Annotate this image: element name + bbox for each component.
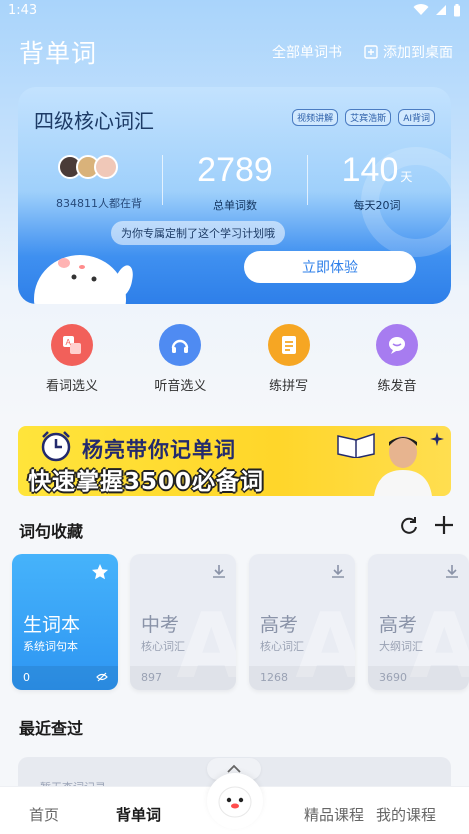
add-square-icon: [364, 45, 378, 59]
tab-my-courses[interactable]: 我的课程: [376, 804, 436, 825]
collections-actions: [399, 514, 455, 536]
mode-pronunciation[interactable]: 练发音: [343, 324, 451, 400]
collection-card-new-words[interactable]: 生词本 系统词句本 0: [12, 554, 118, 690]
add-to-desktop-button[interactable]: 添加到桌面: [364, 42, 453, 62]
feature-tags: 视频讲解 艾宾浩斯 AI背词: [292, 109, 435, 126]
tab-words[interactable]: 背单词: [116, 804, 161, 825]
card-name: 中考: [141, 614, 180, 636]
daily-days-unit: 天: [400, 170, 413, 184]
refresh-icon[interactable]: [399, 515, 419, 535]
divider: [162, 155, 163, 205]
learners-count: 834811人都在背: [56, 197, 142, 210]
headphone-icon: [159, 324, 202, 366]
mode-label: 练发音: [377, 379, 417, 394]
speech-icon: [375, 324, 418, 366]
translate-icon: A: [51, 324, 93, 366]
recent-title: 最近查过: [19, 719, 84, 738]
cell-signal-icon: [436, 5, 446, 15]
card-count: 897: [141, 671, 162, 684]
all-books-link[interactable]: 全部单词书: [272, 42, 342, 62]
bottom-tab-bar: 首页 背单词 精品课程 我的课程: [0, 773, 469, 834]
star-icon: [92, 564, 108, 580]
daily-plan-label: 每天20词: [353, 199, 401, 212]
page-title: 背单词: [19, 39, 98, 68]
feature-tag: AI背词: [398, 109, 435, 126]
card-subtitle: 核心词汇: [141, 640, 185, 653]
download-icon[interactable]: [211, 563, 227, 579]
collection-card-gaokao-syllabus[interactable]: A 高考 大纲词汇 3690: [368, 554, 469, 690]
try-now-button[interactable]: 立即体验: [244, 251, 416, 283]
card-count: 0: [23, 671, 30, 684]
sparkle-icon: [430, 432, 444, 446]
tab-mascot-button[interactable]: [207, 773, 263, 829]
alarm-clock-icon: [41, 431, 71, 462]
card-subtitle: 核心词汇: [260, 640, 304, 653]
download-icon[interactable]: [444, 563, 460, 579]
mode-label: 看词选义: [45, 379, 98, 394]
tab-home[interactable]: 首页: [29, 804, 59, 825]
battery-icon: [454, 3, 460, 16]
daily-plan-value: 140 天: [312, 151, 442, 190]
status-time: 1:43: [8, 2, 38, 18]
card-name: 生词本: [23, 614, 81, 636]
total-words-value: 2789: [197, 151, 273, 189]
mode-spelling[interactable]: 练拼写: [235, 324, 343, 400]
daily-days-value: 140: [341, 151, 399, 189]
svg-text:A: A: [66, 338, 72, 347]
mode-word-meaning[interactable]: A 看词选义: [18, 324, 126, 400]
feature-tag: 视频讲解: [292, 109, 339, 126]
header-actions: 全部单词书 添加到桌面: [272, 42, 453, 62]
feature-tag: 艾宾浩斯: [345, 109, 392, 126]
status-icons: [413, 3, 461, 17]
eye-hidden-icon[interactable]: [96, 672, 108, 682]
wifi-icon: [413, 4, 429, 16]
card-subtitle: 大纲词汇: [379, 640, 423, 653]
mode-label: 听音选义: [154, 379, 207, 394]
spelling-icon: [267, 324, 310, 366]
banner-headline: 杨亮带你记单词: [82, 438, 236, 462]
learner-avatars: [58, 155, 118, 179]
divider: [307, 155, 308, 205]
card-subtitle: 系统词句本: [23, 640, 78, 653]
status-bar: 1:43: [0, 0, 469, 20]
mode-listen-meaning[interactable]: 听音选义: [126, 324, 234, 400]
mode-label: 练拼写: [269, 379, 309, 394]
teacher-photo-icon: [374, 436, 432, 496]
total-words-label: 总单词数: [213, 199, 257, 212]
mascot-face-icon: [218, 786, 252, 818]
card-count: 3690: [379, 671, 407, 684]
collection-card-zhongkao[interactable]: A 中考 核心词汇 897: [130, 554, 236, 690]
study-plan-card[interactable]: 四级核心词汇 视频讲解 艾宾浩斯 AI背词 834811人都在背 2789 总单…: [18, 87, 451, 304]
practice-modes: A 看词选义 听音选义 练拼写 练发音: [18, 324, 451, 400]
card-count: 1268: [260, 671, 288, 684]
mascot-icon: [34, 255, 133, 304]
add-icon[interactable]: [433, 514, 455, 536]
collections-title: 词句收藏: [19, 522, 84, 541]
page-header: 背单词 全部单词书 添加到桌面: [0, 30, 469, 74]
card-name: 高考: [379, 614, 418, 636]
banner-subheadline: 快速掌握3500必备词: [28, 469, 265, 495]
tab-courses[interactable]: 精品课程: [304, 804, 364, 825]
promo-banner[interactable]: 杨亮带你记单词 快速掌握3500必备词: [18, 426, 451, 496]
download-icon[interactable]: [330, 563, 346, 579]
collection-card-gaokao-core[interactable]: A 高考 核心词汇 1268: [249, 554, 355, 690]
avatar: [94, 155, 118, 179]
word-book-title: 四级核心词汇: [34, 109, 154, 133]
card-name: 高考: [260, 614, 299, 636]
add-to-desktop-label: 添加到桌面: [383, 45, 453, 61]
